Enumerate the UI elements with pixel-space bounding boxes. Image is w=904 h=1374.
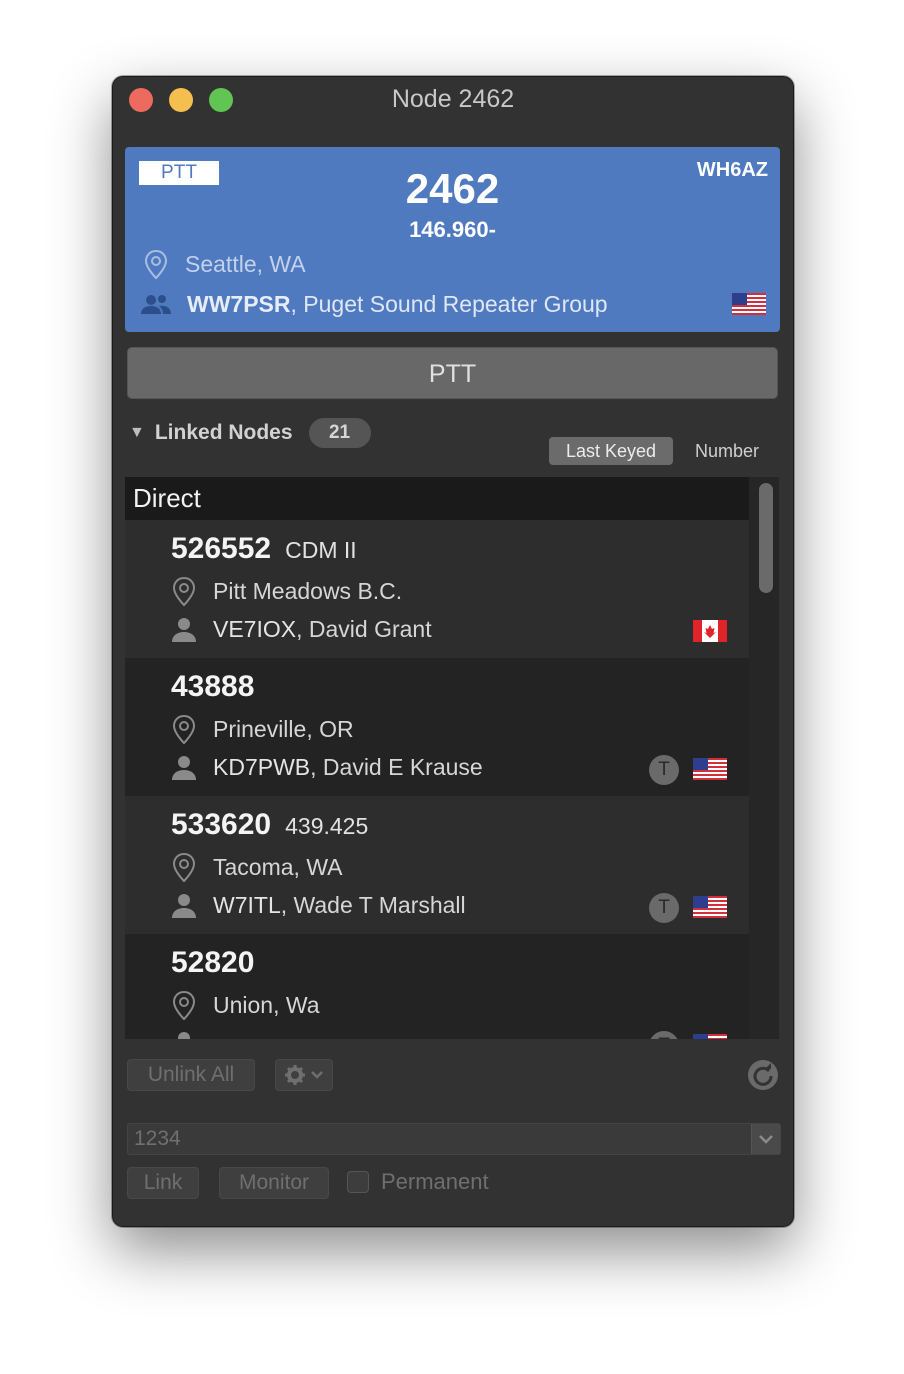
window-title: Node 2462 xyxy=(391,85,515,113)
disclosure-triangle-icon[interactable]: ▼ xyxy=(129,424,145,442)
owner-callsign: WW7PSR xyxy=(187,290,291,317)
row-title: 43888 xyxy=(171,670,268,704)
location-pin-icon xyxy=(172,852,196,883)
row-node-desc: 439.425 xyxy=(285,813,369,839)
transceive-badge: T xyxy=(649,1031,679,1039)
permanent-label: Permanent xyxy=(381,1169,489,1194)
row-location: Prineville, OR xyxy=(169,712,354,746)
node-number-input[interactable]: 1234 xyxy=(134,1127,181,1151)
gear-icon xyxy=(285,1065,323,1085)
row-location: Tacoma, WA xyxy=(169,850,343,884)
combobox-dropdown-button[interactable] xyxy=(751,1124,780,1154)
list-item[interactable]: 52820 Union, Wa T xyxy=(125,934,749,1039)
node-number: 2462 xyxy=(405,165,500,212)
row-owner-callsign: W7ITL xyxy=(213,891,281,918)
chevron-down-icon xyxy=(759,1135,773,1144)
row-location-text: Union, Wa xyxy=(213,991,320,1018)
row-location: Pitt Meadows B.C. xyxy=(169,574,402,608)
ptt-button[interactable]: PTT xyxy=(127,347,778,399)
unlink-all-button[interactable]: Unlink All xyxy=(127,1059,255,1091)
node-number-combobox[interactable]: 1234 xyxy=(127,1123,781,1155)
row-owner xyxy=(169,1026,213,1039)
row-owner: KD7PWB, David E Krause xyxy=(169,750,483,784)
row-node-desc: CDM II xyxy=(285,537,357,563)
location-pin-icon xyxy=(172,576,196,607)
person-icon xyxy=(172,756,196,780)
linked-nodes-disclosure[interactable]: ▼ Linked Nodes 21 xyxy=(129,415,371,451)
us-flag-icon xyxy=(693,758,727,780)
person-icon xyxy=(172,894,196,918)
group-icon xyxy=(141,295,171,314)
owner-name: , Puget Sound Repeater Group xyxy=(290,290,608,317)
ca-flag-icon xyxy=(693,620,727,642)
linked-nodes-list[interactable]: Direct 526552 CDM II Pitt Meadows B.C. VE… xyxy=(125,477,779,1039)
row-title: 52820 xyxy=(171,946,268,980)
row-owner-name: , Wade T Marshall xyxy=(280,891,466,918)
transceive-badge: T xyxy=(649,893,679,923)
row-node-number: 526552 xyxy=(171,532,272,565)
row-owner-callsign: KD7PWB xyxy=(213,753,311,780)
actions-menu-button[interactable] xyxy=(275,1059,333,1091)
node-location-text: Seattle, WA xyxy=(185,250,306,277)
row-node-number: 43888 xyxy=(171,670,255,703)
us-flag-icon xyxy=(693,896,727,918)
monitor-button[interactable]: Monitor xyxy=(219,1167,329,1199)
us-flag-icon xyxy=(693,1034,727,1039)
node-window: Node 2462 PTT WH6AZ 2462 146.960- Seattl… xyxy=(112,76,794,1227)
sort-last-keyed[interactable]: Last Keyed xyxy=(549,437,673,465)
row-title: 526552 CDM II xyxy=(171,532,357,566)
location-pin-icon xyxy=(172,714,196,745)
row-location-text: Pitt Meadows B.C. xyxy=(213,577,403,604)
person-icon xyxy=(172,618,196,642)
us-flag-icon xyxy=(732,293,766,315)
linked-nodes-label: Linked Nodes xyxy=(154,421,293,444)
title-bar: Node 2462 xyxy=(113,77,793,123)
node-info-card: PTT WH6AZ 2462 146.960- Seattle, WA WW7P… xyxy=(125,147,780,332)
refresh-icon[interactable] xyxy=(747,1059,779,1091)
list-item[interactable]: 43888 Prineville, OR KD7PWB, David E Kra… xyxy=(125,658,749,796)
row-owner-callsign: VE7IOX xyxy=(213,615,297,642)
section-header-direct: Direct xyxy=(125,477,749,520)
row-node-number: 533620 xyxy=(171,808,272,841)
row-title: 533620 439.425 xyxy=(171,808,368,842)
row-owner: W7ITL, Wade T Marshall xyxy=(169,888,466,922)
row-node-number: 52820 xyxy=(171,946,255,979)
node-location: Seattle, WA xyxy=(141,247,306,281)
row-owner-name: , David Grant xyxy=(296,615,432,642)
transceive-badge: T xyxy=(649,755,679,785)
person-icon xyxy=(178,1032,190,1039)
link-button[interactable]: Link xyxy=(127,1167,199,1199)
row-location-text: Tacoma, WA xyxy=(213,853,343,880)
list-item[interactable]: 526552 CDM II Pitt Meadows B.C. VE7IOX, D… xyxy=(125,520,749,658)
row-owner-name: , David E Krause xyxy=(310,753,483,780)
linked-count-badge: 21 xyxy=(308,418,371,448)
list-scrollbar-thumb[interactable] xyxy=(759,483,773,593)
location-pin-icon xyxy=(144,249,168,280)
list-item[interactable]: 533620 439.425 Tacoma, WA W7ITL, Wade T M… xyxy=(125,796,749,934)
node-owner: WW7PSR, Puget Sound Repeater Group xyxy=(139,287,608,321)
permanent-checkbox[interactable] xyxy=(347,1171,369,1193)
row-location: Union, Wa xyxy=(169,988,320,1022)
node-frequency: 146.960- xyxy=(409,217,496,242)
location-pin-icon xyxy=(172,990,196,1021)
row-location-text: Prineville, OR xyxy=(213,715,354,742)
sort-number[interactable]: Number xyxy=(683,437,771,465)
row-owner: VE7IOX, David Grant xyxy=(169,612,432,646)
